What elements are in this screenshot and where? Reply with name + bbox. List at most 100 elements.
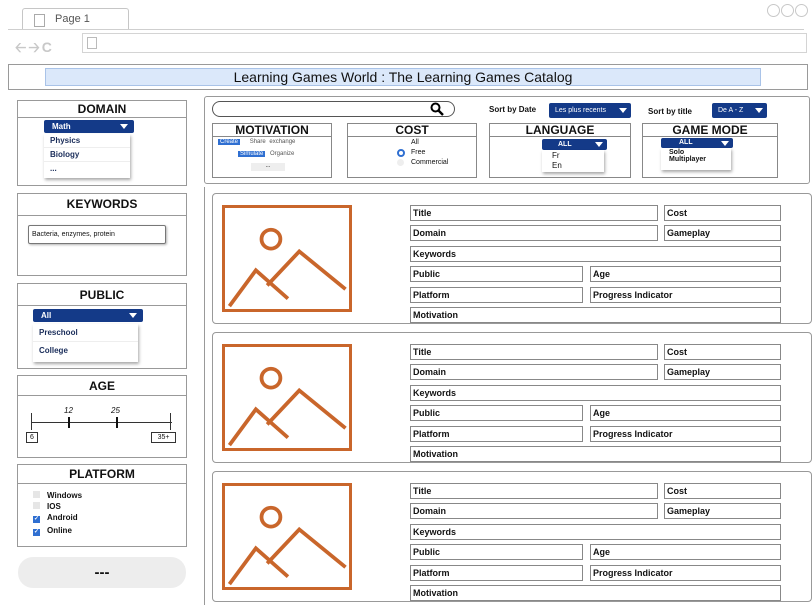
language-option[interactable]: En bbox=[542, 161, 604, 170]
language-select[interactable]: ALL bbox=[542, 139, 607, 150]
card-gameplay: Gameplay bbox=[664, 364, 781, 380]
card-motivation: Motivation bbox=[410, 585, 781, 601]
age-handle-low-label: 12 bbox=[64, 406, 73, 415]
window-control-icon[interactable] bbox=[795, 4, 808, 17]
public-select[interactable]: All bbox=[33, 309, 143, 322]
more-button[interactable]: --- bbox=[18, 557, 186, 588]
platform-option[interactable]: ✓ Android bbox=[33, 512, 82, 523]
domain-select[interactable]: Math bbox=[44, 120, 134, 133]
image-placeholder-icon bbox=[222, 205, 352, 312]
radio-selected-icon[interactable] bbox=[397, 149, 405, 157]
page-icon bbox=[87, 37, 97, 49]
language-option[interactable]: Fr bbox=[542, 150, 604, 161]
game-mode-option[interactable]: Solo bbox=[661, 148, 731, 156]
game-mode-select[interactable]: ALL bbox=[661, 138, 733, 148]
domain-option[interactable]: Biology bbox=[44, 147, 130, 161]
checkbox-checked-icon[interactable]: ✓ bbox=[33, 516, 40, 523]
card-age: Age bbox=[590, 405, 781, 421]
back-arrow-icon[interactable]: 🡠 bbox=[15, 39, 26, 55]
public-option[interactable]: Preschool bbox=[33, 324, 138, 341]
cost-options: All Free Commercial bbox=[397, 138, 448, 168]
platform-option[interactable]: ✓ Online bbox=[33, 525, 82, 536]
card-public: Public bbox=[410, 266, 583, 282]
site-title: Learning Games World : The Learning Game… bbox=[45, 68, 761, 86]
sort-by-date-select[interactable]: Les plus recents bbox=[549, 103, 631, 118]
platform-option[interactable]: IOS bbox=[33, 501, 82, 512]
window-control-icon[interactable] bbox=[767, 4, 780, 17]
card-keywords: Keywords bbox=[410, 385, 781, 401]
public-title: PUBLIC bbox=[18, 284, 186, 306]
browser-tab[interactable]: Page 1 bbox=[22, 8, 129, 30]
chevron-down-icon bbox=[755, 108, 763, 113]
motivation-tag[interactable]: Simulate bbox=[238, 151, 266, 157]
sort-by-date-value: Les plus recents bbox=[555, 107, 606, 114]
game-card[interactable]: Title Cost Domain Gameplay Keywords Publ… bbox=[212, 332, 812, 463]
motivation-tag[interactable]: exchange bbox=[269, 139, 295, 145]
domain-selected: Math bbox=[52, 122, 71, 131]
card-title: Title bbox=[410, 344, 658, 360]
card-progress: Progress Indicator bbox=[590, 287, 781, 303]
card-domain: Domain bbox=[410, 225, 658, 241]
cost-title: COST bbox=[348, 124, 476, 137]
checkbox-empty-icon[interactable] bbox=[33, 491, 40, 498]
card-platform: Platform bbox=[410, 287, 583, 303]
radio-empty-icon[interactable] bbox=[397, 159, 404, 166]
chevron-down-icon bbox=[595, 142, 603, 147]
sort-by-date-label: Sort by Date bbox=[489, 105, 537, 114]
page-icon bbox=[34, 14, 45, 27]
keywords-input[interactable]: Bacteria, enzymes, protein bbox=[28, 225, 166, 244]
platform-title: PLATFORM bbox=[18, 465, 186, 484]
age-slider-track[interactable] bbox=[32, 422, 172, 423]
chevron-down-icon bbox=[120, 124, 128, 129]
age-max-box: 35+ bbox=[151, 432, 176, 443]
card-title: Title bbox=[410, 483, 658, 499]
cost-option[interactable]: All bbox=[397, 138, 448, 148]
reload-icon[interactable]: C bbox=[42, 39, 52, 55]
domain-option[interactable]: ... bbox=[44, 161, 130, 175]
motivation-tag-more[interactable]: ... bbox=[251, 163, 285, 171]
card-motivation: Motivation bbox=[410, 307, 781, 323]
card-motivation: Motivation bbox=[410, 446, 781, 462]
age-min-box: 6 bbox=[26, 432, 38, 443]
age-handle-high[interactable] bbox=[116, 417, 118, 428]
sort-by-title-select[interactable]: De A - Z bbox=[712, 103, 767, 118]
window-controls[interactable] bbox=[766, 4, 808, 20]
motivation-tag[interactable]: Organize bbox=[270, 151, 294, 157]
checkbox-empty-icon[interactable] bbox=[33, 502, 40, 509]
window-control-icon[interactable] bbox=[781, 4, 794, 17]
motivation-title: MOTIVATION bbox=[213, 124, 331, 137]
game-card[interactable]: Title Cost Domain Gameplay Keywords Publ… bbox=[212, 193, 812, 324]
age-handle-low[interactable] bbox=[68, 417, 70, 428]
card-title: Title bbox=[410, 205, 658, 221]
card-progress: Progress Indicator bbox=[590, 565, 781, 581]
cost-option[interactable]: Commercial bbox=[397, 158, 448, 168]
cost-option[interactable]: Free bbox=[397, 148, 448, 158]
chevron-down-icon bbox=[619, 108, 627, 113]
domain-option[interactable]: Physics bbox=[44, 134, 130, 147]
chevron-down-icon bbox=[129, 313, 137, 318]
game-mode-title: GAME MODE bbox=[643, 124, 777, 137]
platform-option[interactable]: Windows bbox=[33, 490, 82, 501]
game-mode-option[interactable]: Multiplayer bbox=[661, 156, 731, 163]
motivation-tag[interactable]: Create bbox=[218, 139, 241, 145]
motivation-tag[interactable]: Share bbox=[250, 139, 266, 145]
chevron-down-icon bbox=[721, 141, 729, 146]
platform-options: Windows IOS ✓ Android ✓ Online bbox=[33, 490, 82, 536]
address-bar[interactable] bbox=[82, 33, 807, 53]
card-domain: Domain bbox=[410, 364, 658, 380]
browser-nav: 🡠 🡢 C bbox=[15, 37, 54, 61]
public-option[interactable]: College bbox=[33, 341, 138, 359]
browser-tab-label: Page 1 bbox=[55, 13, 90, 25]
search-icon[interactable] bbox=[430, 102, 444, 116]
search-input[interactable] bbox=[212, 101, 455, 117]
forward-arrow-icon[interactable]: 🡢 bbox=[28, 39, 39, 55]
card-gameplay: Gameplay bbox=[664, 503, 781, 519]
game-mode-options: Solo Multiplayer bbox=[661, 148, 731, 170]
age-handle-high-label: 25 bbox=[111, 406, 120, 415]
checkbox-checked-icon[interactable]: ✓ bbox=[33, 529, 40, 536]
card-domain: Domain bbox=[410, 503, 658, 519]
game-card[interactable]: Title Cost Domain Gameplay Keywords Publ… bbox=[212, 471, 812, 602]
card-public: Public bbox=[410, 405, 583, 421]
language-title: LANGUAGE bbox=[490, 124, 630, 137]
age-panel: AGE bbox=[17, 375, 187, 458]
